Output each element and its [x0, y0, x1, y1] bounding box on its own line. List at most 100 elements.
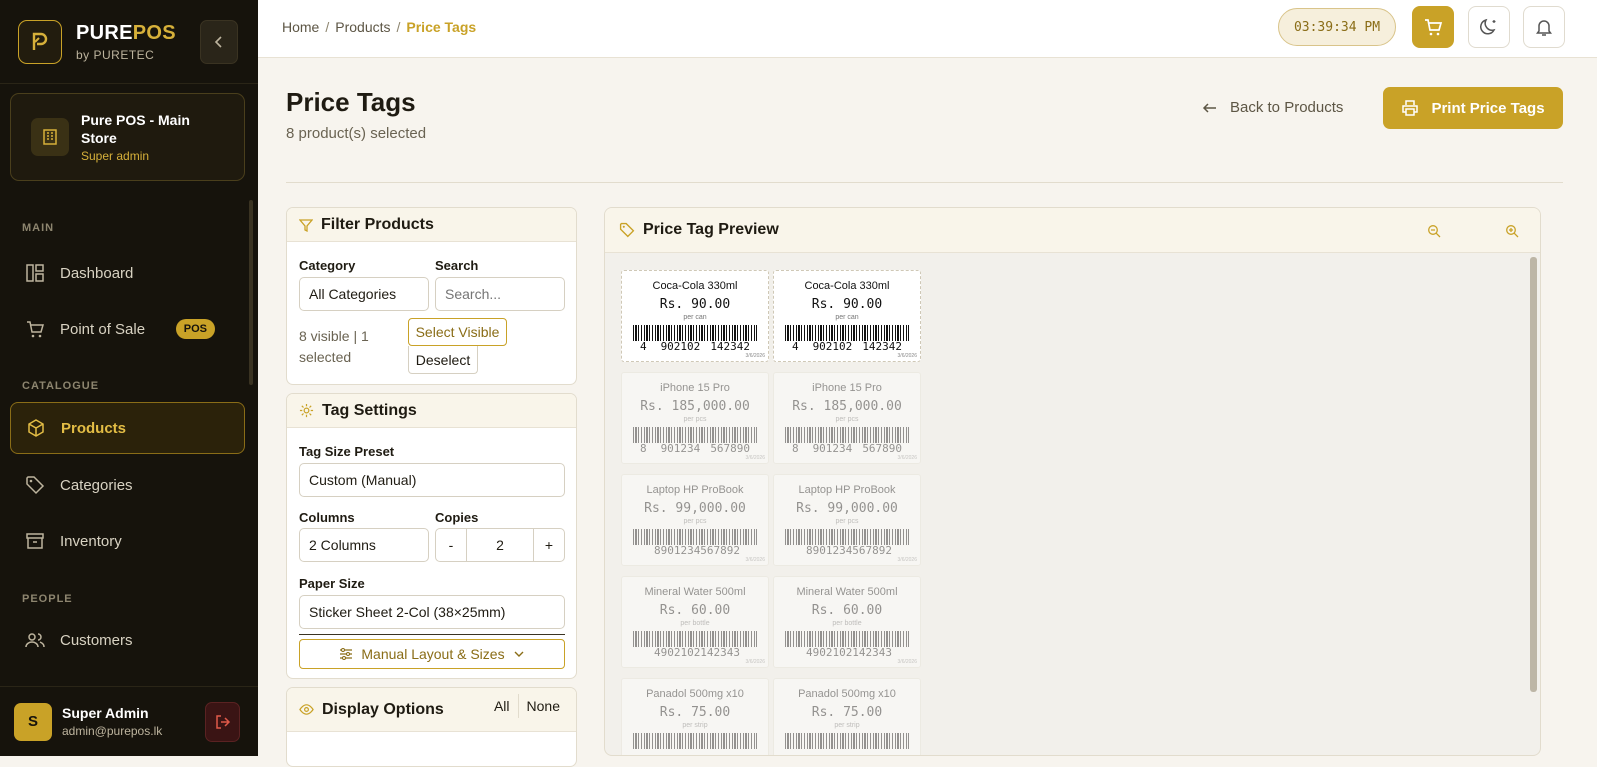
tag-unit: per bottle [680, 620, 710, 627]
box-icon [25, 417, 47, 439]
tag-settings-panel: Tag Settings Tag Size Preset Custom (Man… [286, 393, 577, 679]
section-people: PEOPLE [22, 593, 73, 605]
clock: 03:39:34 PM [1278, 8, 1396, 46]
store-switcher[interactable]: Pure POS - Main Store Super admin [10, 93, 245, 181]
store-name: Pure POS - Main Store [81, 112, 190, 146]
back-to-products-link[interactable]: Back to Products [1202, 99, 1343, 116]
barcode [633, 427, 757, 443]
copies-decrement-button[interactable]: - [436, 529, 467, 561]
tag-price: Rs. 185,000.00 [792, 399, 902, 414]
copies-increment-button[interactable]: + [533, 529, 564, 561]
zoom-in-button[interactable] [1502, 221, 1522, 241]
tag-unit: per can [683, 314, 707, 321]
logout-button[interactable] [205, 702, 240, 742]
gear-icon [299, 403, 314, 418]
sidebar-item-inventory[interactable]: Inventory [10, 515, 245, 567]
tag-price: Rs. 90.00 [659, 297, 731, 312]
show-none-button[interactable]: None [519, 694, 568, 718]
display-options-panel: Display Options All None [286, 687, 577, 767]
barcode [785, 631, 909, 647]
zoom-out-icon [1428, 225, 1441, 238]
category-select[interactable]: All Categories [299, 277, 429, 311]
barcode-number: 4902102142343 [805, 646, 893, 659]
tag-unit: per strip [682, 722, 708, 729]
collapse-sidebar-button[interactable] [200, 20, 238, 64]
sidebar-item-label: Inventory [60, 532, 122, 550]
sidebar-item-categories[interactable]: Categories [10, 459, 245, 511]
copies-value[interactable]: 2 [467, 529, 533, 561]
barcode [633, 631, 757, 647]
page-subtitle: 8 product(s) selected [286, 125, 427, 142]
arrow-left-icon [1202, 102, 1216, 113]
columns-select[interactable]: 2 Columns [299, 528, 429, 562]
sidebar-scrollbar[interactable] [249, 200, 253, 385]
panel-header: Tag Settings [287, 394, 576, 428]
price-tag-preview: Price Tag Preview Coca-Cola 330ml Rs. 90.… [604, 207, 1541, 756]
tag-product-name: Coca-Cola 330ml [652, 280, 738, 292]
preview-scrollbar[interactable] [1530, 257, 1537, 692]
search-input[interactable] [435, 277, 565, 311]
pos-badge: POS [175, 319, 215, 339]
panel-header: Filter Products [287, 208, 576, 242]
zoom-out-button[interactable] [1424, 221, 1444, 241]
bell-icon [1536, 20, 1552, 36]
price-tag: Laptop HP ProBook Rs. 99,000.00 per pcs 890… [773, 474, 921, 566]
tag-unit: per pcs [835, 518, 859, 525]
tag-unit: per can [835, 314, 859, 321]
sidebar-item-point-of-sale[interactable]: Point of Sale POS [10, 303, 245, 355]
sidebar-item-dashboard[interactable]: Dashboard [10, 247, 245, 299]
user-profile: S Super Admin admin@purepos.lk [0, 686, 258, 756]
store-role: Super admin [81, 149, 150, 163]
visible-count: 8 visible | 1 selected [299, 328, 369, 365]
user-name: Super Admin [62, 705, 149, 721]
tag-price: Rs. 75.00 [659, 705, 731, 720]
breadcrumb-products[interactable]: Products [335, 19, 390, 35]
barcode-number: 4 902102 142342 [639, 340, 751, 353]
price-tag: Coca-Cola 330ml Rs. 90.00 per can 4 902102 14… [773, 270, 921, 362]
tag-product-name: Panadol 500mg x10 [646, 688, 744, 700]
paper-size-select[interactable]: Sticker Sheet 2-Col (38×25mm) [299, 595, 565, 629]
sidebar-item-label: Customers [60, 631, 133, 649]
tag-unit: per strip [834, 722, 860, 729]
preview-title: Price Tag Preview [643, 221, 779, 238]
tag-price: Rs. 75.00 [811, 705, 883, 720]
tag-product-name: iPhone 15 Pro [660, 382, 730, 394]
brand: PUREPOS by PURETEC [0, 0, 258, 84]
tag-product-name: Mineral Water 500ml [796, 586, 898, 598]
deselect-button[interactable]: Deselect [408, 346, 478, 374]
sidebar-item-products[interactable]: Products [10, 402, 245, 454]
tag-product-name: Panadol 500mg x10 [798, 688, 896, 700]
price-tag: Panadol 500mg x10 Rs. 75.00 per strip [621, 678, 769, 755]
sliders-icon [340, 648, 353, 660]
theme-toggle-button[interactable] [1468, 6, 1510, 48]
tag-size-preset-select[interactable]: Custom (Manual) [299, 463, 565, 497]
preset-label: Tag Size Preset [299, 444, 395, 459]
tag-date: 3/6/2026 [745, 353, 765, 359]
section-main: MAIN [22, 222, 55, 234]
tag-icon [619, 222, 635, 238]
cart-button[interactable] [1412, 6, 1454, 48]
brand-sub: by PURETEC [76, 47, 155, 62]
sidebar-item-customers[interactable]: Customers [10, 614, 245, 666]
tag-date: 3/6/2026 [897, 353, 917, 359]
building-icon [31, 118, 69, 156]
tag-price: Rs. 60.00 [659, 603, 731, 618]
sidebar-item-label: Point of Sale [60, 320, 146, 338]
barcode [785, 427, 909, 443]
columns-label: Columns [299, 510, 355, 525]
print-price-tags-button[interactable]: Print Price Tags [1383, 87, 1563, 129]
tag-unit: per bottle [832, 620, 862, 627]
manual-layout-toggle[interactable]: Manual Layout & Sizes [299, 639, 565, 669]
dashboard-icon [24, 262, 46, 284]
tag-date: 3/6/2026 [897, 455, 917, 461]
page-title: Price Tags [286, 87, 416, 117]
notifications-button[interactable] [1523, 6, 1565, 48]
barcode-number: 4902102142343 [653, 646, 741, 659]
price-tag: Mineral Water 500ml Rs. 60.00 per bottle 49… [773, 576, 921, 668]
select-visible-button[interactable]: Select Visible [408, 318, 507, 346]
tag-price: Rs. 60.00 [811, 603, 883, 618]
barcode [785, 733, 909, 749]
breadcrumb-home[interactable]: Home [282, 19, 319, 35]
display-toggle-group: All None [486, 694, 568, 718]
show-all-button[interactable]: All [486, 694, 519, 718]
